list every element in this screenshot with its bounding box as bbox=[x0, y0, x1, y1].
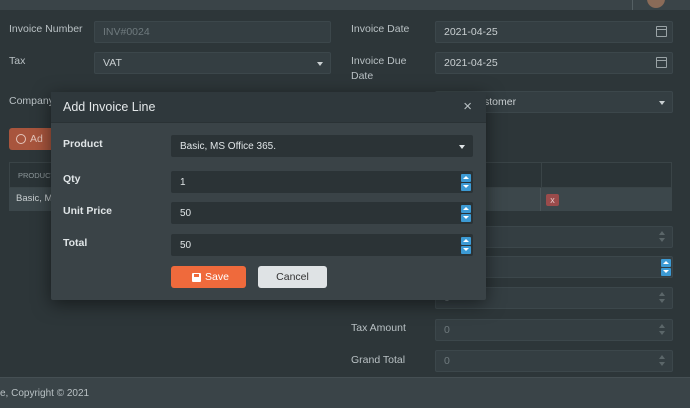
page-footer: e, Copyright © 2021 bbox=[0, 377, 690, 408]
product-select[interactable]: Basic, MS Office 365. bbox=[171, 135, 473, 157]
number-spinner-icon[interactable] bbox=[461, 174, 471, 192]
product-label: Product bbox=[63, 138, 103, 150]
invoice-due-label-line2: Date bbox=[351, 70, 374, 82]
modal-title: Add Invoice Line bbox=[63, 100, 156, 114]
invoice-date-input[interactable]: 2021-04-25 bbox=[435, 21, 673, 43]
column-divider bbox=[540, 188, 541, 211]
invoice-due-label: Invoice Due Date bbox=[351, 54, 406, 83]
column-header-product: PRODUCT bbox=[18, 171, 56, 180]
number-spinner-icon[interactable] bbox=[661, 259, 671, 277]
invoice-due-date-value: 2021-04-25 bbox=[444, 57, 498, 69]
invoice-date-value: 2021-04-25 bbox=[444, 26, 498, 38]
number-spinner-icon[interactable] bbox=[658, 292, 666, 304]
cancel-button[interactable]: Cancel bbox=[258, 266, 327, 288]
grand-total-value: 0 bbox=[444, 355, 450, 367]
column-divider bbox=[541, 163, 542, 188]
number-spinner-icon[interactable] bbox=[658, 231, 666, 243]
chevron-down-icon bbox=[459, 145, 465, 149]
total-label: Total bbox=[63, 237, 88, 249]
tax-select-value: VAT bbox=[103, 57, 122, 69]
tax-amount-input[interactable]: 0 bbox=[435, 319, 673, 341]
invoice-number-label: Invoice Number bbox=[9, 23, 83, 35]
grand-total-label: Grand Total bbox=[351, 354, 406, 366]
unit-price-input[interactable]: 50 bbox=[171, 202, 473, 224]
add-line-label: Ad bbox=[30, 133, 43, 145]
invoice-due-date-input[interactable]: 2021-04-25 bbox=[435, 52, 673, 74]
copyright-text: e, Copyright © 2021 bbox=[0, 388, 90, 399]
invoice-due-label-line1: Invoice Due bbox=[351, 55, 407, 67]
invoice-date-label: Invoice Date bbox=[351, 23, 410, 35]
total-value: 50 bbox=[180, 240, 192, 251]
delete-line-button[interactable]: x bbox=[546, 194, 559, 206]
top-navbar bbox=[0, 0, 690, 10]
number-spinner-icon[interactable] bbox=[658, 355, 666, 367]
unit-price-label: Unit Price bbox=[63, 205, 113, 217]
qty-value: 1 bbox=[180, 177, 186, 188]
grand-total-input[interactable]: 0 bbox=[435, 350, 673, 372]
company-label: Company bbox=[9, 95, 54, 107]
save-button[interactable]: Save bbox=[171, 266, 246, 288]
number-spinner-icon[interactable] bbox=[461, 205, 471, 223]
qty-label: Qty bbox=[63, 173, 81, 185]
chevron-down-icon bbox=[317, 62, 323, 66]
tax-amount-label: Tax Amount bbox=[351, 322, 406, 334]
product-select-value: Basic, MS Office 365. bbox=[180, 141, 276, 152]
avatar[interactable] bbox=[647, 0, 665, 8]
modal-header: Add Invoice Line × bbox=[51, 92, 486, 123]
number-spinner-icon[interactable] bbox=[658, 324, 666, 336]
tax-amount-value: 0 bbox=[444, 324, 450, 336]
calendar-icon[interactable] bbox=[656, 57, 667, 68]
navbar-divider bbox=[632, 0, 633, 10]
qty-input[interactable]: 1 bbox=[171, 171, 473, 193]
add-invoice-line-modal: Add Invoice Line × Product Basic, MS Off… bbox=[51, 92, 486, 300]
add-line-button[interactable]: Ad bbox=[9, 128, 55, 150]
customer-select-value: stomer bbox=[484, 96, 517, 108]
tax-label: Tax bbox=[9, 55, 26, 67]
save-button-label: Save bbox=[205, 271, 229, 283]
plus-circle-icon bbox=[16, 134, 26, 144]
number-spinner-icon[interactable] bbox=[461, 237, 471, 255]
invoice-number-input[interactable]: INV#0024 bbox=[94, 21, 331, 43]
tax-select[interactable]: VAT bbox=[94, 52, 331, 74]
save-icon bbox=[192, 273, 201, 282]
close-icon[interactable]: × bbox=[463, 99, 472, 114]
unit-price-value: 50 bbox=[180, 208, 192, 219]
chevron-down-icon bbox=[659, 101, 665, 105]
total-input[interactable]: 50 bbox=[171, 234, 473, 256]
calendar-icon[interactable] bbox=[656, 26, 667, 37]
